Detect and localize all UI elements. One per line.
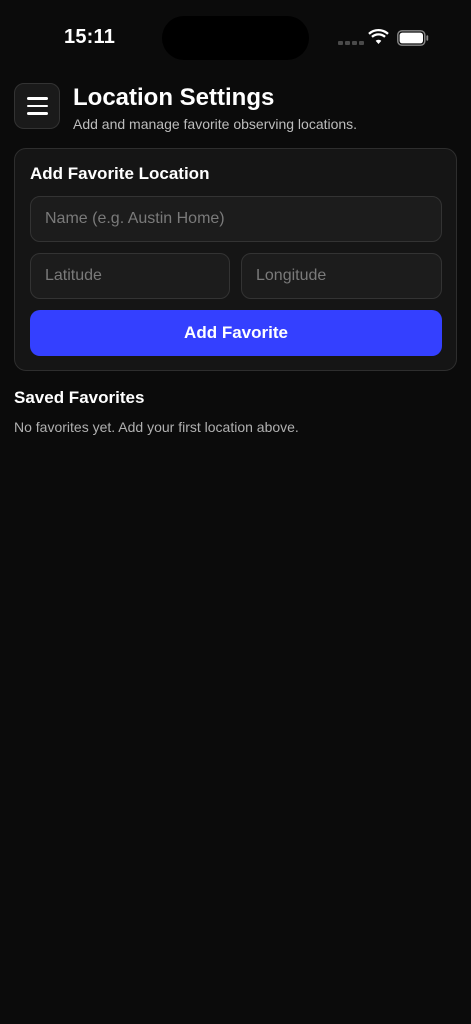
menu-button[interactable] (14, 83, 60, 129)
longitude-input[interactable] (241, 253, 442, 299)
status-time: 15:11 (64, 26, 116, 48)
battery-icon (397, 30, 429, 46)
hamburger-menu-icon (26, 97, 48, 100)
page-subtitle: Add and manage favorite observing locati… (73, 116, 358, 132)
page-title: Location Settings (73, 84, 275, 111)
add-favorite-card: Add Favorite Location Add Favorite (14, 148, 457, 371)
location-name-input[interactable] (30, 196, 442, 242)
saved-favorites-title: Saved Favorites (14, 388, 145, 407)
cellular-signal-icon (338, 41, 364, 45)
wifi-icon (368, 29, 389, 44)
empty-favorites-message: No favorites yet. Add your first locatio… (14, 419, 299, 435)
add-favorite-title: Add Favorite Location (30, 164, 210, 183)
dynamic-island (162, 16, 309, 60)
add-favorite-button[interactable]: Add Favorite (30, 310, 442, 356)
status-bar: 15:11 (0, 0, 471, 76)
latitude-input[interactable] (30, 253, 230, 299)
